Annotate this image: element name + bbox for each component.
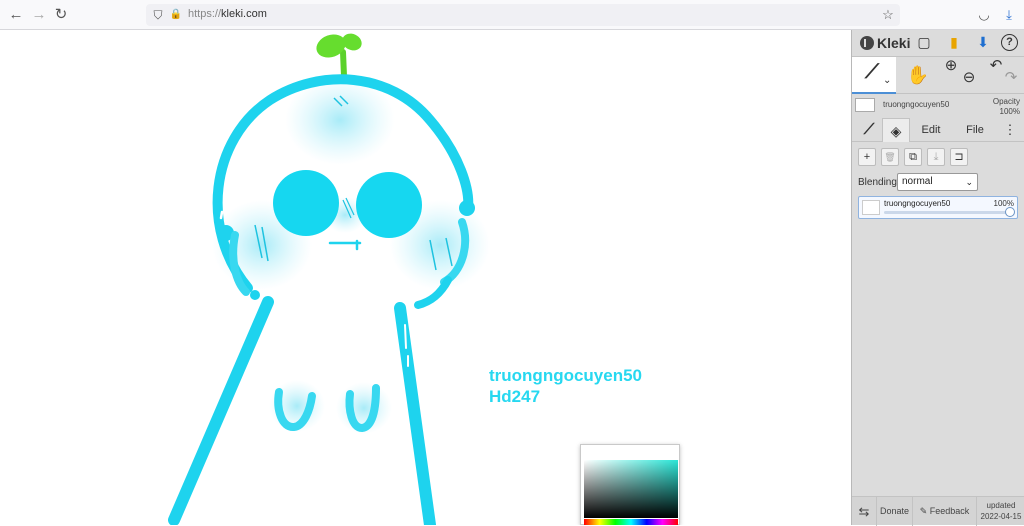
brush-icon: ⟋ [865,61,879,83]
star-icon[interactable]: ☆ [880,7,896,23]
layer-opacity-handle[interactable] [1005,207,1015,217]
layer-more-button[interactable]: ⊐ [950,148,968,166]
hue-slider[interactable] [584,519,678,525]
blending-select[interactable]: normal ⌄ [897,173,978,191]
feedback-label: Feedback [929,506,970,516]
lock-icon[interactable]: 🔒 [168,7,184,23]
layer-thumbnail [855,98,875,112]
chevron-down-icon[interactable]: ⌄ [883,75,891,86]
forward-icon[interactable]: → [30,6,48,24]
blending-row: Blending normal ⌄ [858,173,1018,193]
url-bar[interactable]: ⛉ 🔒 https://kleki.com ☆ [146,4,900,26]
panel-footer: ⇆ Donate ✎ Feedback updated 2022-04-15 [852,496,1024,526]
downloads-icon[interactable]: ⤓ [1000,6,1018,24]
zoom-in-icon[interactable]: ⊕ [942,57,960,94]
opacity-readout: Opacity 100% [993,97,1020,117]
kleki-side-panel: Kleki ▢ ▮ ⬇ ? ⟋ ⌄ ✋ ⊕ ⊖ ↶ ↷ truongngocuy… [851,30,1024,526]
swap-side-icon[interactable]: ⇆ [852,497,877,526]
kleki-logo-icon [860,36,874,50]
saturation-value-box[interactable] [584,460,678,518]
opacity-value: 100% [999,107,1020,116]
tab-layers[interactable]: ◈ [882,118,910,142]
drawing-canvas[interactable]: truongngocuyen50 Hd247 [0,30,851,525]
updated-label: updated [986,501,1016,510]
blending-value: normal [902,176,933,187]
drawing-art [168,33,490,525]
opacity-label: Opacity [992,97,1020,106]
url-text[interactable]: https://kleki.com [188,8,267,20]
signature-line-1: truongngocuyen50 [489,366,643,385]
url-scheme: https:// [188,8,222,20]
chevron-down-icon: ⌄ [965,177,973,187]
tab-edit[interactable]: Edit [914,118,948,142]
duplicate-layer-button[interactable]: ⧉ [904,148,922,166]
tool-row: ⟋ ⌄ ✋ ⊕ ⊖ ↶ ↷ [852,56,1024,94]
layer-list-item[interactable]: truongngocuyen50 100% [858,196,1018,219]
blending-label: Blending [858,177,897,188]
color-picker-popup[interactable] [580,444,680,525]
new-image-icon[interactable]: ▢ [914,32,934,52]
current-layer-preview: truongngocuyen50 Opacity 100% [852,95,1024,119]
reload-icon[interactable]: ↻ [52,6,70,24]
merge-layer-button[interactable]: ⤓ [927,148,945,166]
tab-file[interactable]: File [958,118,992,142]
donate-link[interactable]: Donate [877,497,913,526]
back-icon[interactable]: ← [7,6,25,24]
shield-icon[interactable]: ⛉ [150,7,166,23]
more-icon[interactable]: ⋮ [1002,118,1018,142]
layer-item-name: truongngocuyen50 [884,199,951,208]
help-icon[interactable]: ? [1001,34,1018,51]
updated-date: 2022-04-15 [980,512,1022,521]
delete-layer-button[interactable]: 🗑 [881,148,899,166]
url-host: kleki.com [221,8,267,20]
current-layer-name: truongngocuyen50 [883,100,950,109]
app-name: Kleki [877,35,911,51]
download-icon[interactable]: ⬇ [973,32,993,52]
browser-toolbar: ← → ↻ ⛉ 🔒 https://kleki.com ☆ ◡ ⤓ [0,0,1024,30]
layer-opacity-track[interactable] [884,211,1012,214]
feedback-icon: ✎ [919,506,928,516]
panel-tabs: ⟋ ◈ Edit File ⋮ [852,118,1024,142]
layer-item-thumbnail [862,200,880,215]
updated-info: updated 2022-04-15 [977,500,1024,522]
pocket-icon[interactable]: ◡ [975,6,993,24]
tab-brush[interactable]: ⟋ [856,118,882,142]
add-layer-button[interactable]: + [858,148,876,166]
kleki-logo[interactable]: Kleki [860,33,910,53]
signature-line-2: Hd247 [489,387,541,406]
brush-tool[interactable]: ⟋ ⌄ [852,57,896,94]
hand-icon[interactable]: ✋ [902,57,934,94]
feedback-link[interactable]: ✎ Feedback [913,497,977,526]
save-icon[interactable]: ▮ [944,32,964,52]
